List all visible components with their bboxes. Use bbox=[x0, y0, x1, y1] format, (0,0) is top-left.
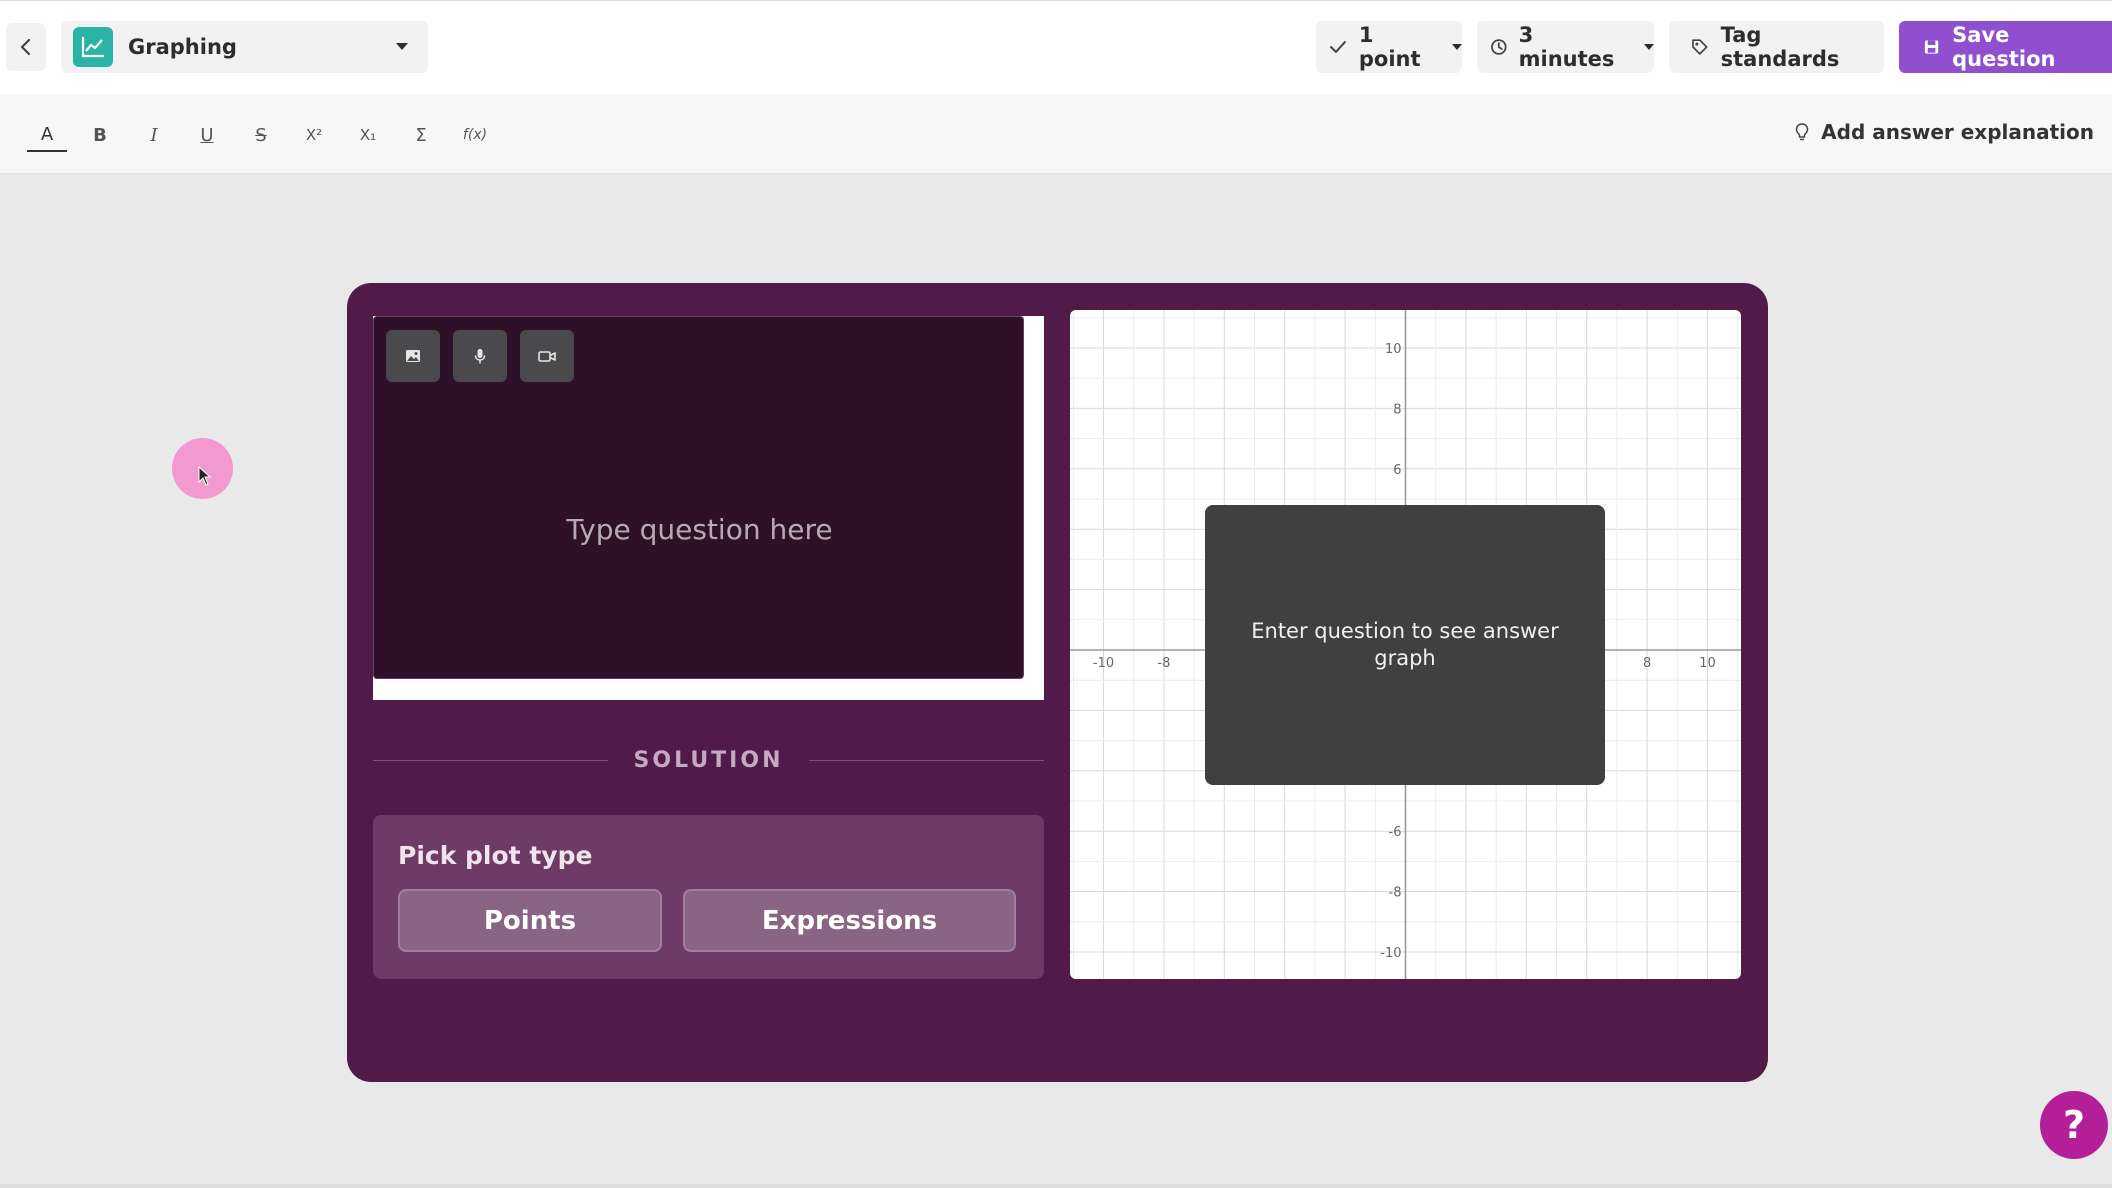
y-tick-label: -6 bbox=[1389, 825, 1402, 840]
solution-divider: SOLUTION bbox=[373, 745, 1045, 775]
plot-type-title: Pick plot type bbox=[398, 841, 593, 870]
graph-overlay-message: Enter question to see answer graph bbox=[1205, 505, 1605, 785]
clock-icon bbox=[1491, 39, 1507, 55]
image-icon bbox=[406, 350, 420, 362]
video-camera-icon bbox=[538, 350, 556, 362]
y-tick-label: 8 bbox=[1393, 402, 1401, 417]
time-dropdown[interactable]: 3 minutes bbox=[1477, 21, 1654, 73]
sigma-button[interactable]: Σ bbox=[401, 118, 441, 152]
x-tick-label: -10 bbox=[1093, 656, 1114, 671]
help-button[interactable]: ? bbox=[2040, 1091, 2108, 1159]
italic-button[interactable]: I bbox=[134, 118, 174, 152]
format-toolbar: A B I U S X² X₁ Σ f(x) Add answer explan… bbox=[0, 94, 2112, 174]
add-answer-explanation-button[interactable]: Add answer explanation bbox=[1795, 120, 2094, 144]
time-label: 3 minutes bbox=[1518, 23, 1615, 71]
question-editor[interactable]: Type question here bbox=[373, 316, 1024, 679]
top-bar: Graphing 1 point 3 minutes Tag standards… bbox=[0, 0, 2112, 94]
solution-label: SOLUTION bbox=[633, 747, 784, 773]
add-answer-explanation-label: Add answer explanation bbox=[1821, 120, 2094, 144]
underline-button[interactable]: U bbox=[187, 118, 227, 152]
divider-line bbox=[373, 759, 608, 761]
strikethrough-button[interactable]: S bbox=[241, 118, 281, 152]
insert-video-button[interactable] bbox=[520, 330, 574, 382]
mouse-pointer-icon bbox=[198, 466, 212, 486]
chevron-down-icon bbox=[396, 43, 408, 50]
bold-button[interactable]: B bbox=[80, 118, 120, 152]
answer-graph[interactable]: -10 -8 8 10 10 8 6 -6 -8 -10 Enter question to se… bbox=[1070, 310, 1741, 979]
tag-standards-button[interactable]: Tag standards bbox=[1669, 21, 1884, 73]
back-button[interactable] bbox=[6, 23, 46, 71]
insert-audio-button[interactable] bbox=[453, 330, 507, 382]
tag-standards-label: Tag standards bbox=[1720, 23, 1840, 71]
y-tick-label: 6 bbox=[1393, 463, 1401, 478]
expressions-plot-button[interactable]: Expressions bbox=[683, 889, 1016, 952]
cursor-highlight bbox=[172, 438, 233, 499]
lightbulb-icon bbox=[1795, 123, 1809, 141]
subscript-button[interactable]: X₁ bbox=[348, 118, 388, 152]
points-plot-button[interactable]: Points bbox=[398, 889, 662, 952]
text-color-button[interactable]: A bbox=[27, 118, 67, 152]
y-tick-label: -8 bbox=[1389, 886, 1402, 901]
chevron-left-icon bbox=[20, 38, 31, 56]
question-type-dropdown[interactable]: Graphing bbox=[61, 21, 428, 73]
tag-icon bbox=[1692, 39, 1708, 55]
points-dropdown[interactable]: 1 point bbox=[1316, 21, 1462, 73]
x-tick-label: -8 bbox=[1157, 656, 1170, 671]
graph-icon bbox=[73, 27, 113, 67]
question-type-label: Graphing bbox=[128, 35, 237, 59]
question-placeholder: Type question here bbox=[566, 513, 833, 546]
plot-type-panel: Pick plot type Points Expressions bbox=[373, 815, 1044, 979]
x-tick-label: 8 bbox=[1643, 656, 1651, 671]
x-tick-label: 10 bbox=[1699, 656, 1716, 671]
points-label: 1 point bbox=[1358, 23, 1421, 71]
divider-line bbox=[809, 759, 1045, 761]
question-editor-frame: Type question here bbox=[373, 316, 1044, 700]
save-question-button[interactable]: Save question bbox=[1899, 21, 2112, 73]
microphone-icon bbox=[474, 348, 486, 363]
insert-image-button[interactable] bbox=[386, 330, 440, 382]
superscript-button[interactable]: X² bbox=[294, 118, 334, 152]
save-question-label: Save question bbox=[1952, 23, 2056, 71]
chevron-down-icon bbox=[1452, 44, 1462, 50]
question-card: Type question here SOLUTION Pick plot ty… bbox=[347, 283, 1768, 1082]
save-icon bbox=[1924, 40, 1939, 54]
bottom-strip bbox=[0, 1184, 2112, 1188]
function-button[interactable]: f(x) bbox=[455, 118, 495, 152]
check-icon bbox=[1329, 41, 1346, 53]
y-tick-label: -10 bbox=[1380, 946, 1401, 961]
y-tick-label: 10 bbox=[1385, 342, 1402, 357]
chevron-down-icon bbox=[1644, 44, 1654, 50]
